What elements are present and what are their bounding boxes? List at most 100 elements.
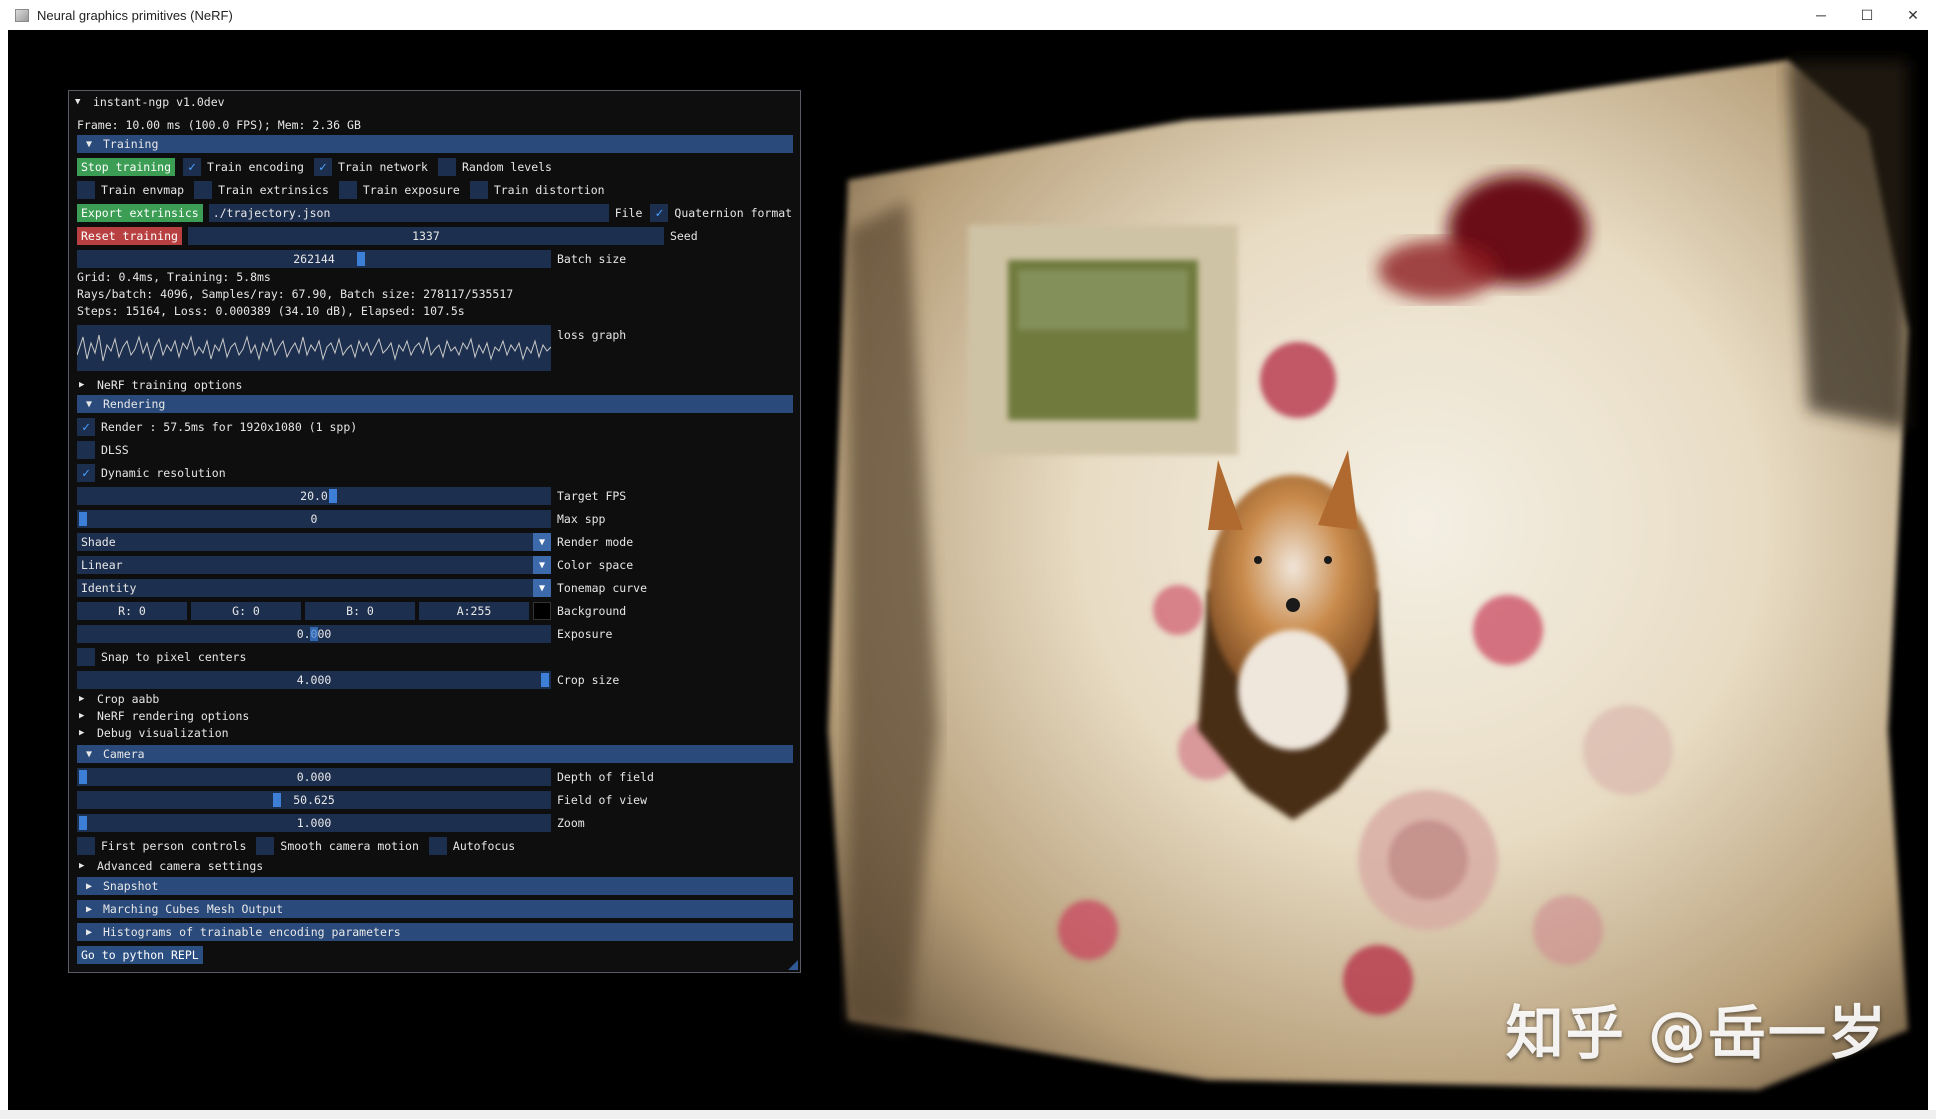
resize-grip[interactable]	[788, 960, 798, 970]
background-row: R: 0 G: 0 B: 0 A:255 Background	[77, 602, 626, 620]
nerf-training-options-node[interactable]: ▶ NeRF training options	[77, 376, 242, 394]
exposure-slider[interactable]: 0.000	[77, 625, 551, 643]
collapsed-arrow-icon: ▶	[85, 926, 93, 938]
dlss-label: DLSS	[101, 442, 129, 457]
dynamic-resolution-checkbox[interactable]: ✓	[77, 464, 95, 482]
histograms-header[interactable]: ▶ Histograms of trainable encoding param…	[77, 923, 793, 941]
color-space-combo[interactable]: Linear ▼	[77, 556, 551, 574]
render-mode-combo[interactable]: Shade ▼	[77, 533, 551, 551]
maximize-button[interactable]: ☐	[1844, 0, 1890, 30]
zoom-slider[interactable]: 1.000	[77, 814, 551, 832]
python-repl-button[interactable]: Go to python REPL	[77, 946, 203, 964]
training-row-1: Stop training ✓ Train encoding ✓ Train n…	[77, 158, 552, 176]
advanced-camera-node[interactable]: ▶ Advanced camera settings	[77, 858, 263, 874]
max-spp-slider[interactable]: 0	[77, 510, 551, 528]
render-checkbox[interactable]: ✓	[77, 418, 95, 436]
target-fps-slider[interactable]: 20.0	[77, 487, 551, 505]
train-network-checkbox[interactable]: ✓	[313, 158, 332, 176]
camera-options-row: First person controls Smooth camera moti…	[77, 837, 515, 855]
train-envmap-label: Train envmap	[101, 182, 185, 197]
batch-size-label: Batch size	[557, 251, 627, 266]
field-of-view-label: Field of view	[557, 792, 648, 807]
seed-label: Seed	[669, 228, 698, 243]
depth-of-field-label: Depth of field	[557, 769, 654, 784]
snap-pixel-row: Snap to pixel centers	[77, 648, 246, 666]
slider-grab[interactable]	[329, 489, 337, 503]
file-label: File	[614, 205, 643, 220]
background-label: Background	[557, 603, 627, 618]
target-fps-label: Target FPS	[557, 488, 627, 503]
camera-header[interactable]: ▼ Camera	[77, 745, 793, 763]
reset-training-button[interactable]: Reset training	[77, 227, 182, 245]
expand-arrow-icon: ▼	[85, 138, 93, 150]
background-r-input[interactable]: R: 0	[77, 602, 187, 620]
slider-grab[interactable]	[79, 770, 87, 784]
panel-titlebar[interactable]: ▼ instant-ngp v1.0dev	[73, 93, 225, 111]
rendering-header[interactable]: ▼ Rendering	[77, 395, 793, 413]
python-repl-row: Go to python REPL	[77, 946, 203, 964]
render-row: ✓ Render : 57.5ms for 1920x1080 (1 spp)	[77, 418, 357, 436]
minimize-button[interactable]: ─	[1798, 0, 1844, 30]
color-space-label: Color space	[557, 557, 634, 572]
dropdown-arrow-icon[interactable]: ▼	[533, 556, 551, 574]
train-encoding-label: Train encoding	[207, 159, 304, 174]
autofocus-label: Autofocus	[452, 838, 516, 853]
snap-pixel-checkbox[interactable]	[77, 648, 95, 666]
field-of-view-slider[interactable]: 50.625	[77, 791, 551, 809]
debug-visualization-node[interactable]: ▶ Debug visualization	[77, 725, 229, 741]
file-path-input[interactable]: ./trajectory.json	[208, 204, 609, 222]
slider-grab[interactable]	[79, 816, 87, 830]
first-person-checkbox[interactable]	[77, 837, 95, 855]
slider-grab[interactable]	[310, 627, 318, 641]
slider-grab[interactable]	[357, 252, 365, 266]
zoom-label: Zoom	[557, 815, 585, 830]
seed-input[interactable]: 1337	[187, 227, 664, 245]
dynamic-resolution-row: ✓ Dynamic resolution	[77, 464, 226, 482]
tonemap-combo[interactable]: Identity ▼	[77, 579, 551, 597]
train-distortion-checkbox[interactable]	[469, 181, 488, 199]
exposure-label: Exposure	[557, 626, 613, 641]
close-button[interactable]: ✕	[1890, 0, 1936, 30]
quaternion-format-checkbox[interactable]: ✓	[650, 204, 669, 222]
stop-training-button[interactable]: Stop training	[77, 158, 176, 176]
instant-ngp-panel[interactable]: ▼ instant-ngp v1.0dev Frame: 10.00 ms (1…	[68, 90, 801, 973]
color-space-row: Linear ▼ Color space	[77, 556, 633, 574]
collapse-arrow-icon[interactable]: ▼	[75, 91, 87, 114]
autofocus-checkbox[interactable]	[428, 837, 447, 855]
crop-size-label: Crop size	[557, 672, 620, 687]
depth-of-field-slider[interactable]: 0.000	[77, 768, 551, 786]
quaternion-format-label: Quaternion format	[674, 205, 793, 220]
train-exposure-checkbox[interactable]	[338, 181, 357, 199]
slider-grab[interactable]	[79, 512, 87, 526]
background-a-input[interactable]: A:255	[419, 602, 529, 620]
slider-grab[interactable]	[273, 793, 281, 807]
reset-row: Reset training 1337 Seed	[77, 227, 698, 245]
export-row: Export extrinsics ./trajectory.json File…	[77, 204, 792, 222]
slider-grab[interactable]	[541, 673, 549, 687]
train-distortion-label: Train distortion	[493, 182, 605, 197]
smooth-motion-checkbox[interactable]	[256, 837, 275, 855]
training-header[interactable]: ▼ Training	[77, 135, 793, 153]
background-g-input[interactable]: G: 0	[191, 602, 301, 620]
train-envmap-checkbox[interactable]	[77, 181, 95, 199]
marching-cubes-header[interactable]: ▶ Marching Cubes Mesh Output	[77, 900, 793, 918]
random-levels-checkbox[interactable]	[437, 158, 456, 176]
smooth-motion-label: Smooth camera motion	[280, 838, 419, 853]
random-levels-label: Random levels	[461, 159, 552, 174]
train-encoding-checkbox[interactable]: ✓	[183, 158, 202, 176]
dlss-checkbox[interactable]	[77, 441, 95, 459]
train-extrinsics-checkbox[interactable]	[194, 181, 213, 199]
background-b-input[interactable]: B: 0	[305, 602, 415, 620]
crop-size-slider[interactable]: 4.000	[77, 671, 551, 689]
app-icon	[15, 8, 29, 22]
render-mode-label: Render mode	[557, 534, 634, 549]
loss-graph-label: loss graph	[557, 327, 627, 342]
background-color-swatch[interactable]	[533, 602, 551, 620]
max-spp-row: 0 Max spp	[77, 510, 605, 528]
snapshot-header[interactable]: ▶ Snapshot	[77, 877, 793, 895]
train-exposure-label: Train exposure	[362, 182, 460, 197]
collapsed-arrow-icon: ▶	[79, 727, 85, 738]
export-extrinsics-button[interactable]: Export extrinsics	[77, 204, 203, 222]
dropdown-arrow-icon[interactable]: ▼	[533, 579, 551, 597]
dropdown-arrow-icon[interactable]: ▼	[533, 533, 551, 551]
